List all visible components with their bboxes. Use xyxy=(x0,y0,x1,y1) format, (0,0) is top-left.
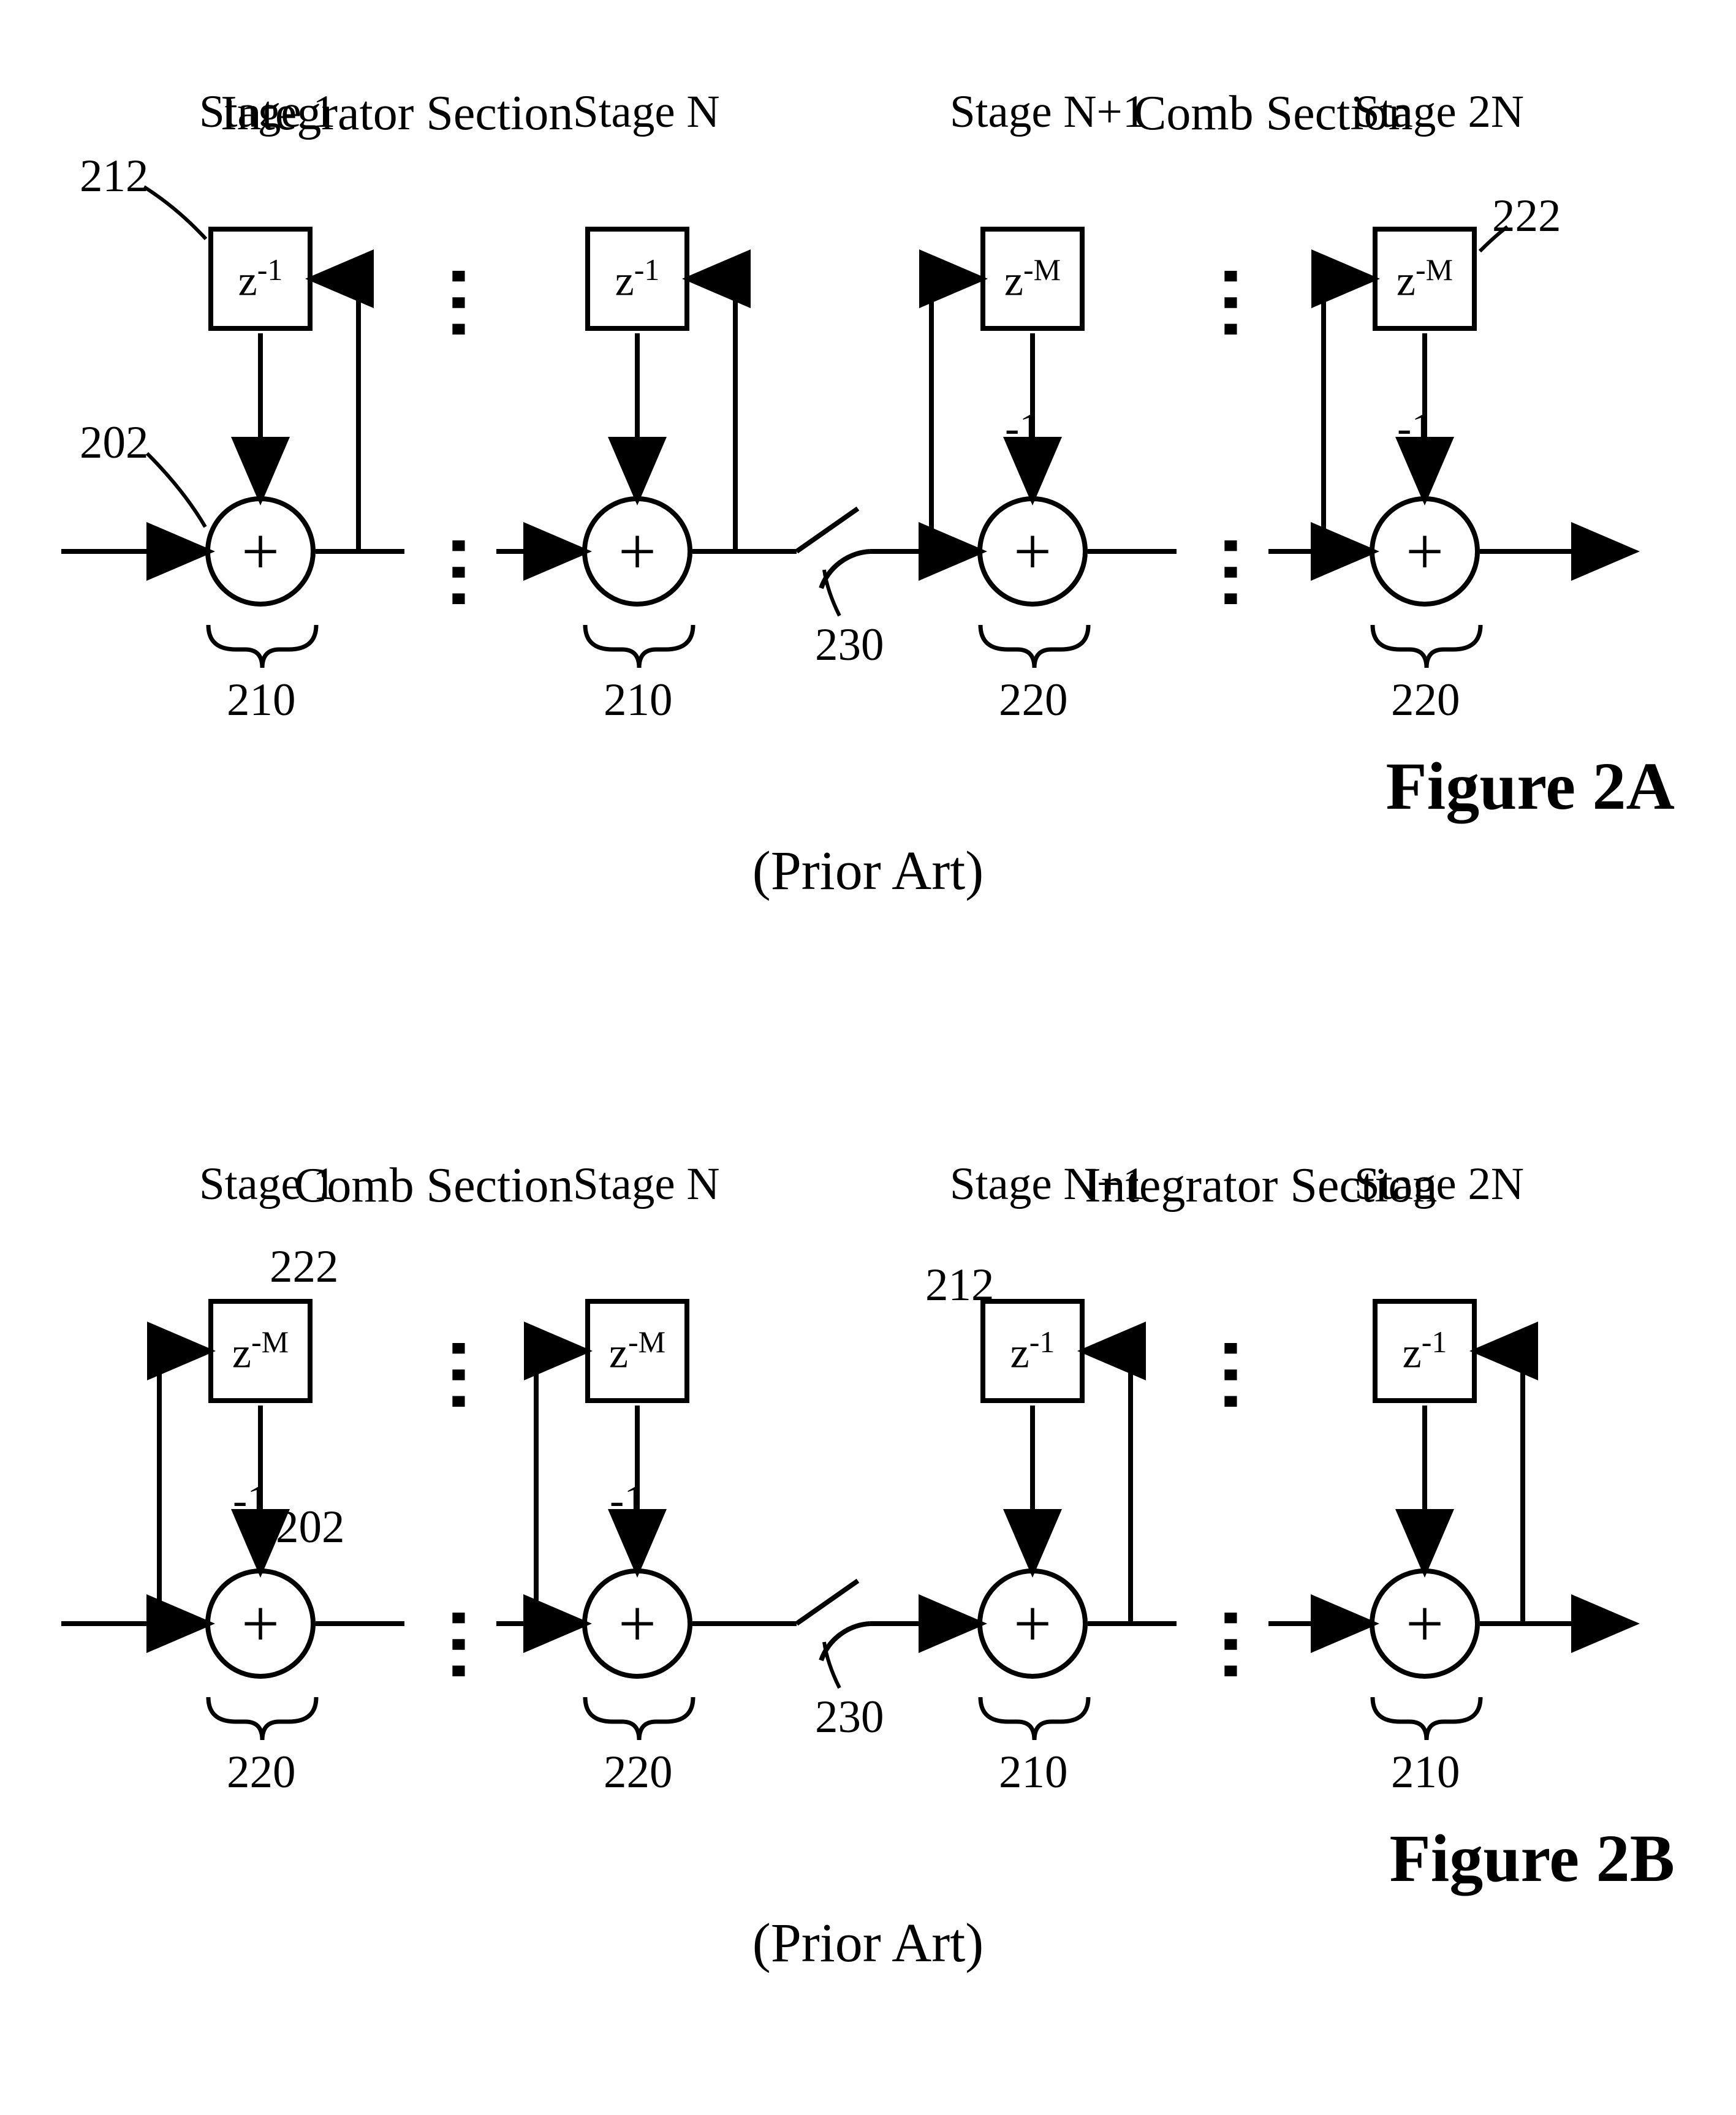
delay-box-comb-np1: z-M xyxy=(980,227,1085,331)
dots-icon: ⋯ xyxy=(414,1335,508,1406)
dots-icon: ⋯ xyxy=(414,263,508,333)
section-label-comb: Comb Section xyxy=(294,1158,574,1214)
ref-230: 230 xyxy=(815,619,884,672)
ref-202: 202 xyxy=(80,417,149,469)
stage-label-np1: Stage N+1 xyxy=(950,1158,1145,1211)
delay-text: z-M xyxy=(1004,252,1061,306)
ref-220-2: 220 xyxy=(1391,674,1460,727)
ref-210-1: 210 xyxy=(227,674,296,727)
delay-text: z-1 xyxy=(615,252,660,306)
delay-box-comb-n: z-M xyxy=(585,1299,689,1403)
adder-n: + xyxy=(582,496,692,607)
adder-np1: + xyxy=(977,1568,1088,1679)
minus-label-n: -1 xyxy=(610,1477,645,1526)
delay-box-integrator-n: z-1 xyxy=(585,227,689,331)
ref-212: 212 xyxy=(925,1259,995,1312)
stage-label-2n: Stage 2N xyxy=(1354,1158,1524,1211)
adder-2n: + xyxy=(1370,1568,1480,1679)
stage-label-2n: Stage 2N xyxy=(1354,86,1524,138)
dots-icon: ⋯ xyxy=(1186,1605,1280,1675)
figure-title-2b: Figure 2B xyxy=(1390,1820,1675,1897)
minus-label-1: -1 xyxy=(233,1477,268,1526)
delay-text: z-M xyxy=(609,1324,665,1378)
ref-222: 222 xyxy=(1492,190,1561,243)
figure-2a: Integrator Section Comb Section Stage 1 … xyxy=(25,86,1711,974)
adder-1: + xyxy=(205,1568,316,1679)
ref-222: 222 xyxy=(270,1241,339,1293)
adder-n: + xyxy=(582,1568,692,1679)
delay-text: z-1 xyxy=(238,252,283,306)
delay-box-integrator-2n: z-1 xyxy=(1373,1299,1477,1403)
delay-text: z-M xyxy=(1397,252,1453,306)
delay-box-comb-1: z-M xyxy=(208,1299,313,1403)
ref-220-1: 220 xyxy=(227,1746,296,1799)
ref-220-1: 220 xyxy=(999,674,1068,727)
stage-label-n: Stage N xyxy=(573,86,720,138)
delay-box-integrator-1: z-1 xyxy=(208,227,313,331)
dots-icon: ⋯ xyxy=(414,1605,508,1675)
stage-label-n: Stage N xyxy=(573,1158,720,1211)
ref-202: 202 xyxy=(276,1501,345,1554)
ref-220-2: 220 xyxy=(604,1746,673,1799)
dots-icon: ⋯ xyxy=(1186,263,1280,333)
delay-box-comb-2n: z-M xyxy=(1373,227,1477,331)
stage-label-1: Stage 1 xyxy=(199,86,336,138)
delay-text: z-1 xyxy=(1010,1324,1055,1378)
stage-label-np1: Stage N+1 xyxy=(950,86,1145,138)
ref-230: 230 xyxy=(815,1691,884,1744)
dots-icon: ⋯ xyxy=(1186,1335,1280,1406)
ref-210-2: 210 xyxy=(604,674,673,727)
page: Integrator Section Comb Section Stage 1 … xyxy=(25,25,1711,2090)
dots-icon: ⋯ xyxy=(1186,532,1280,603)
ref-210-2: 210 xyxy=(1391,1746,1460,1799)
ref-212: 212 xyxy=(80,150,149,203)
prior-art-label: (Prior Art) xyxy=(752,1912,984,1975)
figure-2b: Comb Section Integrator Section Stage 1 … xyxy=(25,1158,1711,2046)
adder-np1: + xyxy=(977,496,1088,607)
figure-title-2a: Figure 2A xyxy=(1385,747,1675,825)
dots-icon: ⋯ xyxy=(414,532,508,603)
delay-text: z-1 xyxy=(1403,1324,1447,1378)
delay-text: z-M xyxy=(232,1324,289,1378)
stage-label-1: Stage 1 xyxy=(199,1158,336,1211)
adder-1: + xyxy=(205,496,316,607)
delay-box-integrator-np1: z-1 xyxy=(980,1299,1085,1403)
adder-2n: + xyxy=(1370,496,1480,607)
minus-label-np1: -1 xyxy=(1005,404,1040,453)
prior-art-label: (Prior Art) xyxy=(752,839,984,902)
minus-label-2n: -1 xyxy=(1397,404,1433,453)
ref-210-1: 210 xyxy=(999,1746,1068,1799)
